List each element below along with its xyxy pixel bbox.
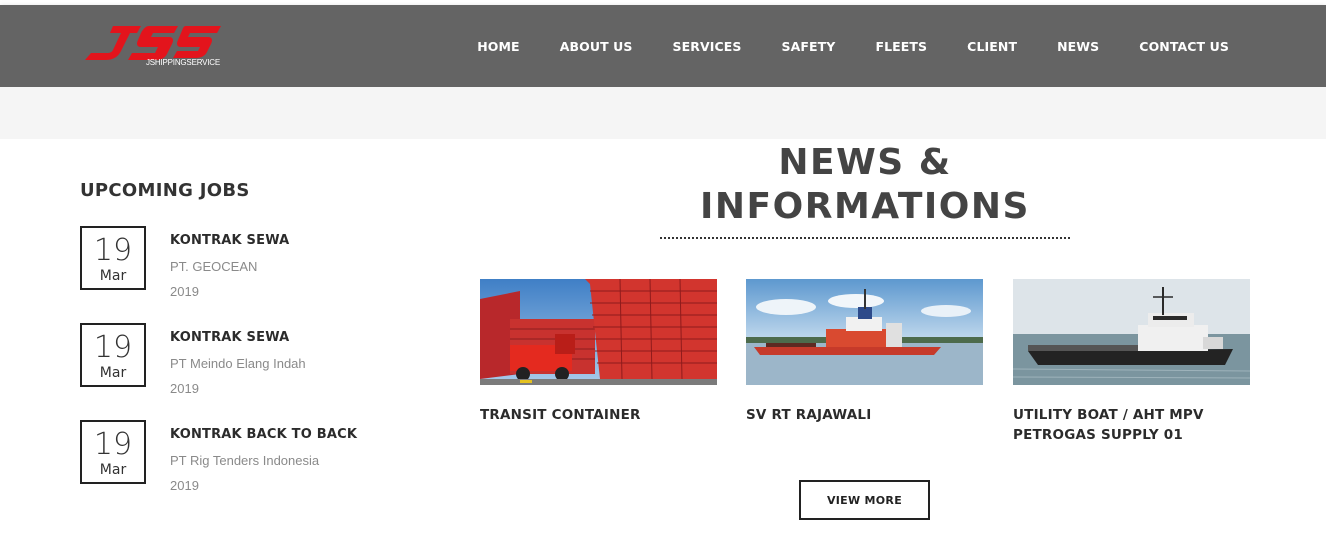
job-company: PT Meindo Elang Indah <box>170 356 306 371</box>
logo-tagline: JSHIPPINGSERVICE <box>146 58 221 67</box>
header-spacer <box>0 87 1326 139</box>
site-logo[interactable]: JSHIPPINGSERVICE <box>83 23 228 69</box>
job-title[interactable]: KONTRAK SEWA <box>170 233 289 248</box>
news-card[interactable]: UTILITY BOAT / AHT MPV PETROGAS SUPPLY 0… <box>1013 279 1250 445</box>
job-title[interactable]: KONTRAK SEWA <box>170 330 289 345</box>
job-year: 2019 <box>170 284 199 299</box>
upcoming-jobs-title: UPCOMING JOBS <box>80 180 250 201</box>
news-card-title[interactable]: TRANSIT CONTAINER <box>480 405 717 425</box>
supply-vessel-image[interactable] <box>746 279 983 385</box>
job-day: 19 <box>93 233 133 268</box>
job-month: Mar <box>99 268 127 284</box>
job-month: Mar <box>99 462 127 478</box>
job-company: PT. GEOCEAN <box>170 259 258 274</box>
nav-services[interactable]: SERVICES <box>673 39 742 54</box>
job-company: PT Rig Tenders Indonesia <box>170 453 320 468</box>
job-title[interactable]: KONTRAK BACK TO BACK <box>170 427 357 442</box>
news-card-title[interactable]: SV RT RAJAWALI <box>746 405 983 425</box>
job-item[interactable]: 19 Mar KONTRAK SEWA PT Meindo Elang Inda… <box>80 323 440 396</box>
news-section-title: NEWS & INFORMATIONS <box>700 142 1030 227</box>
title-divider <box>660 237 1070 239</box>
news-card-title[interactable]: UTILITY BOAT / AHT MPV PETROGAS SUPPLY 0… <box>1013 405 1250 445</box>
nav-fleets[interactable]: FLEETS <box>875 39 927 54</box>
job-date-box: 19 Mar <box>80 226 146 290</box>
container-yard-image[interactable] <box>480 279 717 385</box>
job-item[interactable]: 19 Mar KONTRAK BACK TO BACK PT Rig Tende… <box>80 420 440 493</box>
job-month: Mar <box>99 365 127 381</box>
view-more-button[interactable]: VIEW MORE <box>799 480 930 520</box>
nav-contact-us[interactable]: CONTACT US <box>1139 39 1229 54</box>
job-day: 19 <box>93 330 133 365</box>
job-year: 2019 <box>170 381 199 396</box>
nav-news[interactable]: NEWS <box>1057 39 1099 54</box>
news-card[interactable]: SV RT RAJAWALI <box>746 279 983 425</box>
nav-safety[interactable]: SAFETY <box>782 39 836 54</box>
job-item[interactable]: 19 Mar KONTRAK SEWA PT. GEOCEAN 2019 <box>80 226 440 299</box>
job-day: 19 <box>93 427 133 462</box>
nav-client[interactable]: CLIENT <box>967 39 1017 54</box>
news-card[interactable]: TRANSIT CONTAINER <box>480 279 717 425</box>
utility-boat-image[interactable] <box>1013 279 1250 385</box>
job-date-box: 19 Mar <box>80 420 146 484</box>
job-year: 2019 <box>170 478 199 493</box>
main-nav: HOME ABOUT US SERVICES SAFETY FLEETS CLI… <box>437 5 1229 87</box>
nav-about-us[interactable]: ABOUT US <box>560 39 633 54</box>
site-header: JSHIPPINGSERVICE HOME ABOUT US SERVICES … <box>0 5 1326 87</box>
nav-home[interactable]: HOME <box>477 39 519 54</box>
job-date-box: 19 Mar <box>80 323 146 387</box>
